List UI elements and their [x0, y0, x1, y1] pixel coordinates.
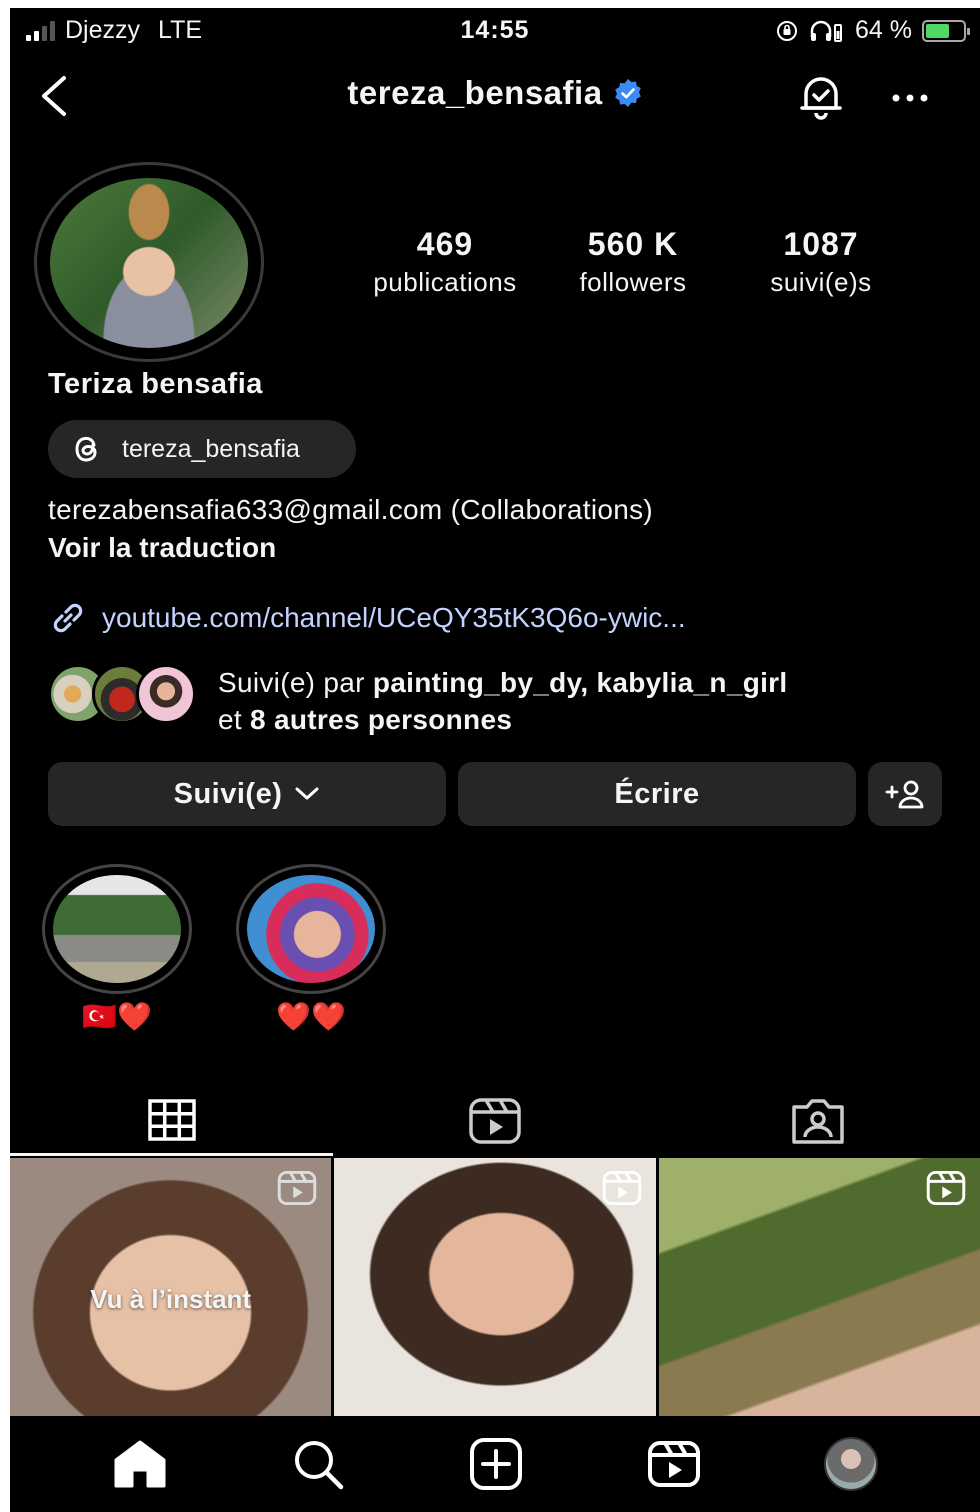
- see-translation-link[interactable]: Voir la traduction: [48, 532, 276, 564]
- seen-label: Vu à l’instant: [90, 1284, 252, 1314]
- post-thumbnail[interactable]: Vu à l’instant: [10, 1158, 332, 1416]
- stat-posts-value: 469: [416, 226, 474, 262]
- profile-full-name: Teriza bensafia: [48, 368, 263, 400]
- highlight-item[interactable]: ❤️❤️: [236, 864, 386, 1033]
- highlight-cover: [53, 875, 181, 983]
- message-button[interactable]: Écrire: [458, 762, 856, 826]
- status-bar: Djezzy LTE 14:55 64 %: [10, 8, 980, 56]
- story-highlights: 🇹🇷❤️ ❤️❤️: [42, 864, 386, 1033]
- stat-following-label: suivi(e)s: [770, 267, 872, 297]
- more-icon[interactable]: [890, 78, 930, 118]
- post-thumbnail[interactable]: [658, 1158, 980, 1416]
- profile-actions: Suivi(e) Écrire: [48, 762, 942, 826]
- battery-icon: [922, 19, 970, 42]
- reel-badge-icon: [278, 1170, 317, 1206]
- reel-badge-icon: [926, 1170, 966, 1206]
- stat-following-value: 1087: [783, 226, 859, 262]
- profile-nav-avatar[interactable]: [824, 1437, 879, 1491]
- stat-followers[interactable]: 560 K followers: [530, 226, 736, 298]
- bottom-nav: [10, 1416, 980, 1512]
- search-icon[interactable]: [291, 1437, 345, 1491]
- stat-posts-label: publications: [373, 267, 517, 297]
- create-post-icon[interactable]: [469, 1437, 523, 1491]
- profile-tabs: [10, 1086, 980, 1156]
- mutual-names: painting_by_dy, kabylia_n_girl: [372, 667, 788, 698]
- mutual-others: 8 autres personnes: [250, 704, 513, 735]
- home-icon[interactable]: [112, 1438, 168, 1490]
- highlight-label: 🇹🇷❤️: [82, 1001, 152, 1032]
- headphones-icon: [810, 20, 843, 42]
- profile-stats: 469 publications 560 K followers 1087 su…: [360, 226, 906, 298]
- threads-badge[interactable]: tereza_bensafia: [48, 420, 356, 478]
- reels-nav-icon[interactable]: [647, 1439, 701, 1489]
- followed-by-row[interactable]: Suivi(e) par painting_by_dy, kabylia_n_g…: [48, 664, 787, 738]
- following-button[interactable]: Suivi(e): [48, 762, 446, 826]
- post-thumbnail[interactable]: [334, 1158, 656, 1416]
- profile-screen: Djezzy LTE 14:55 64 % tereza_bensafia 46…: [10, 8, 980, 1512]
- threads-handle: tereza_bensafia: [122, 434, 300, 463]
- tab-tagged[interactable]: [656, 1086, 979, 1156]
- grid-icon: [147, 1098, 196, 1141]
- suggested-users-button[interactable]: [868, 762, 942, 826]
- status-right: 64 %: [775, 16, 970, 45]
- profile-bio: terezabensafia633@gmail.com (Collaborati…: [48, 494, 654, 525]
- profile-header: tereza_bensafia: [10, 66, 980, 126]
- highlight-ring: [42, 864, 192, 994]
- tagged-icon: [791, 1099, 844, 1144]
- stat-followers-label: followers: [579, 267, 687, 297]
- chevron-down-icon: [295, 787, 319, 800]
- orientation-lock-icon: [777, 20, 798, 41]
- link-icon: [53, 603, 83, 633]
- mutual-avatars: [48, 664, 198, 726]
- profile-link-text: youtube.com/channel/UCeQY35tK3Q6o-ywic..…: [102, 602, 686, 633]
- highlight-label: ❤️❤️: [276, 1001, 346, 1032]
- followed-by-text: Suivi(e) par painting_by_dy, kabylia_n_g…: [218, 667, 788, 735]
- threads-icon: [75, 436, 97, 462]
- tab-reels[interactable]: [333, 1086, 656, 1156]
- stat-posts[interactable]: 469 publications: [360, 226, 530, 298]
- mutual-avatar: [136, 664, 196, 724]
- stat-following[interactable]: 1087 suivi(e)s: [736, 226, 906, 298]
- profile-avatar[interactable]: [50, 178, 248, 348]
- highlight-item[interactable]: 🇹🇷❤️: [42, 864, 192, 1033]
- verified-badge-icon: [614, 79, 641, 107]
- add-person-icon: [885, 780, 924, 809]
- reels-icon: [468, 1098, 521, 1144]
- tab-posts-grid[interactable]: [10, 1086, 333, 1156]
- bell-check-icon[interactable]: [796, 72, 846, 122]
- reel-badge-icon: [602, 1170, 641, 1206]
- stat-followers-value: 560 K: [587, 226, 679, 262]
- highlight-ring: [236, 864, 386, 994]
- highlight-cover: [247, 875, 375, 983]
- profile-link[interactable]: youtube.com/channel/UCeQY35tK3Q6o-ywic..…: [48, 598, 686, 638]
- battery-percent: 64 %: [855, 16, 912, 44]
- posts-grid: Vu à l’instant: [10, 1158, 980, 1416]
